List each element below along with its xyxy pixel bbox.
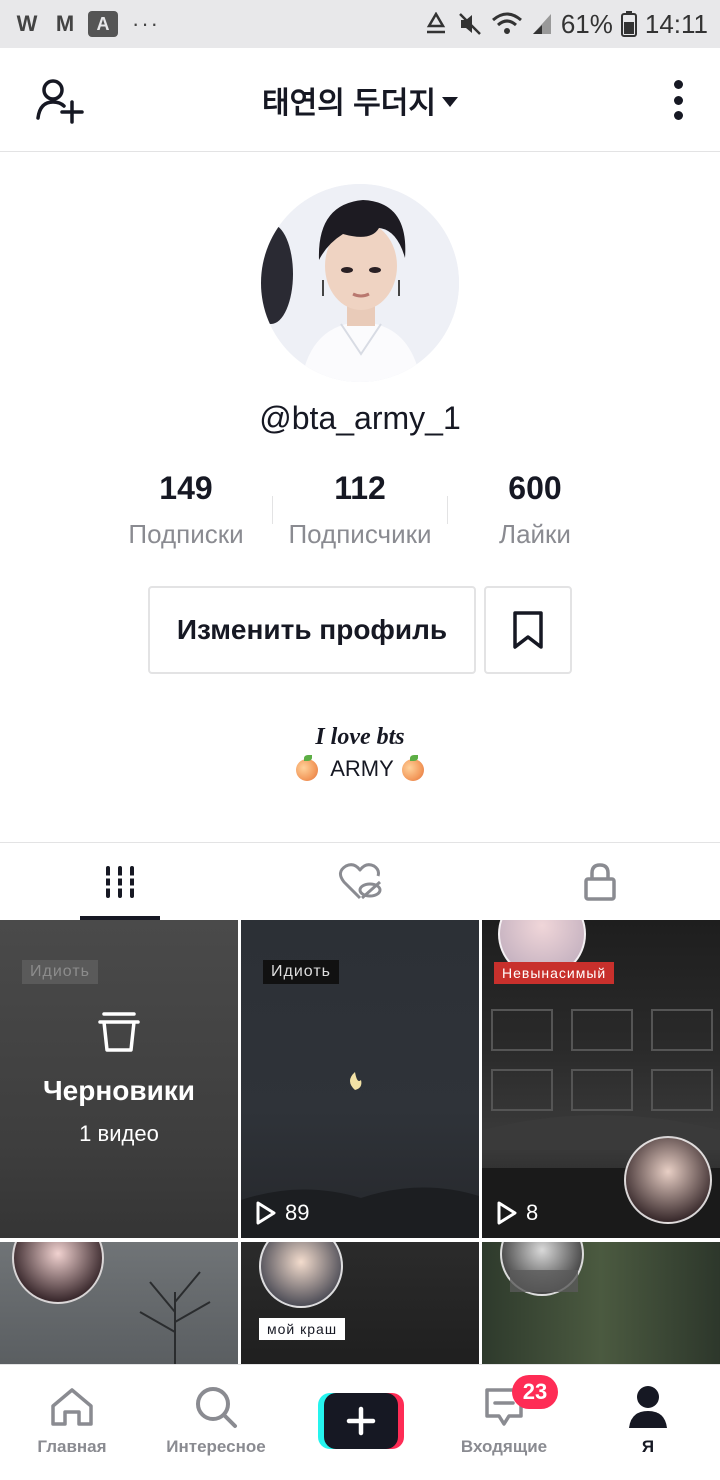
drafts-count: 1 видео — [79, 1121, 159, 1146]
view-count: 89 — [255, 1200, 309, 1226]
bookmark-icon — [513, 611, 543, 649]
nav-inbox-label: Входящие — [460, 1437, 548, 1456]
tree-thumbnail — [139, 1271, 211, 1364]
nav-me[interactable]: Я — [578, 1383, 718, 1457]
signal-icon — [532, 14, 551, 34]
lock-icon — [584, 862, 616, 901]
tab-liked[interactable] — [240, 843, 480, 920]
home-icon — [51, 1388, 93, 1426]
mute-icon — [458, 13, 481, 35]
play-icon — [497, 1201, 517, 1225]
nav-home-label: Главная — [37, 1437, 107, 1456]
video-tile[interactable]: Идиоть 89 — [241, 920, 479, 1238]
drafts-tag: Идиоть — [22, 960, 98, 984]
video-caption-tag: мой краш — [259, 1318, 346, 1340]
profile-avatar[interactable] — [261, 184, 459, 382]
likes-count: 600 — [508, 470, 562, 506]
bio-line: ARMY — [0, 755, 720, 782]
nav-discover-label: Интересное — [166, 1437, 266, 1456]
video-tile[interactable]: мой краш — [241, 1242, 479, 1364]
video-caption-tag: Невынасимый — [494, 962, 615, 984]
view-count: 8 — [496, 1200, 538, 1226]
status-bar: W M A ··· 61% 14:11 — [0, 0, 720, 48]
nav-home[interactable]: Главная — [2, 1383, 142, 1457]
nav-inbox[interactable]: 23 Входящие — [434, 1375, 574, 1457]
profile-sticker — [259, 1242, 343, 1308]
recycle-icon — [426, 12, 445, 34]
edit-profile-button[interactable]: Изменить профиль — [148, 586, 476, 674]
likes-label: Лайки — [499, 519, 571, 549]
stat-followers[interactable]: 112 Подписчики — [270, 470, 450, 550]
play-icon — [256, 1201, 276, 1225]
account-switcher[interactable]: 태연의 두더지 — [262, 78, 458, 122]
account-name: 태연의 두더지 — [262, 86, 436, 120]
video-tile[interactable] — [0, 1242, 238, 1364]
stat-following[interactable]: 149 Подписки — [96, 470, 276, 550]
nav-discover[interactable]: Интересное — [146, 1383, 286, 1457]
blurred-caption-tag — [510, 1270, 578, 1292]
add-friend-icon[interactable] — [36, 78, 86, 124]
more-notifications-icon: ··· — [132, 11, 160, 36]
mail-app-icon: M — [55, 11, 75, 36]
views-value: 8 — [526, 1200, 539, 1225]
username: @bta_army_1 — [259, 400, 461, 436]
grid-icon — [103, 865, 137, 898]
create-video-button[interactable] — [318, 1393, 404, 1449]
trash-icon — [98, 1012, 140, 1052]
followers-count: 112 — [334, 470, 386, 506]
moon-thumbnail — [350, 1072, 362, 1090]
video-tile[interactable]: Невынасимый 8 — [482, 920, 720, 1238]
stat-likes[interactable]: 600 Лайки — [445, 470, 625, 550]
battery-icon — [620, 11, 637, 37]
more-options-icon[interactable] — [672, 80, 684, 120]
inbox-badge: 23 — [512, 1375, 558, 1409]
video-tile[interactable] — [482, 1242, 720, 1364]
search-icon — [196, 1387, 237, 1428]
following-count: 149 — [159, 470, 213, 506]
profile-sticker — [624, 1136, 712, 1224]
plus-icon — [346, 1406, 376, 1436]
bio-text: I love bts — [315, 724, 405, 750]
followers-label: Подписчики — [288, 519, 432, 549]
views-value: 89 — [285, 1200, 310, 1225]
peach-emoji-icon — [401, 755, 424, 782]
tab-videos[interactable] — [0, 843, 240, 920]
clock: 14:11 — [644, 8, 708, 39]
nav-me-label: Я — [641, 1437, 655, 1456]
battery-percent: 61% — [560, 8, 613, 39]
profile-stats: 149 Подписки 112 Подписчики 600 Лайки — [0, 470, 720, 550]
caret-down-icon — [441, 96, 458, 107]
wifi-icon — [491, 12, 522, 34]
tab-private[interactable] — [480, 843, 720, 920]
drafts-title: Черновики — [42, 1075, 196, 1106]
video-grid: Идиоть Черновики 1 видео Идиоть 89 Невын… — [0, 920, 720, 1364]
drafts-overlay: Черновики 1 видео — [0, 1010, 238, 1147]
hidden-heart-icon — [339, 862, 382, 899]
following-label: Подписки — [128, 519, 244, 549]
peach-emoji-icon — [296, 755, 319, 782]
profile-header: 태연의 두더지 — [0, 48, 720, 152]
video-caption-tag: Идиоть — [263, 960, 339, 984]
favorites-button[interactable] — [484, 586, 572, 674]
profile-icon — [629, 1386, 667, 1428]
a-app-icon: A — [88, 11, 118, 37]
profile-sticker — [12, 1242, 104, 1304]
w-app-icon: W — [16, 11, 38, 36]
profile-tabs — [0, 842, 720, 920]
bottom-navigation: Главная Интересное 23 Входящие Я — [0, 1364, 720, 1480]
bio-army-text: ARMY — [330, 756, 394, 781]
drafts-tile[interactable]: Идиоть Черновики 1 видео — [0, 920, 238, 1238]
